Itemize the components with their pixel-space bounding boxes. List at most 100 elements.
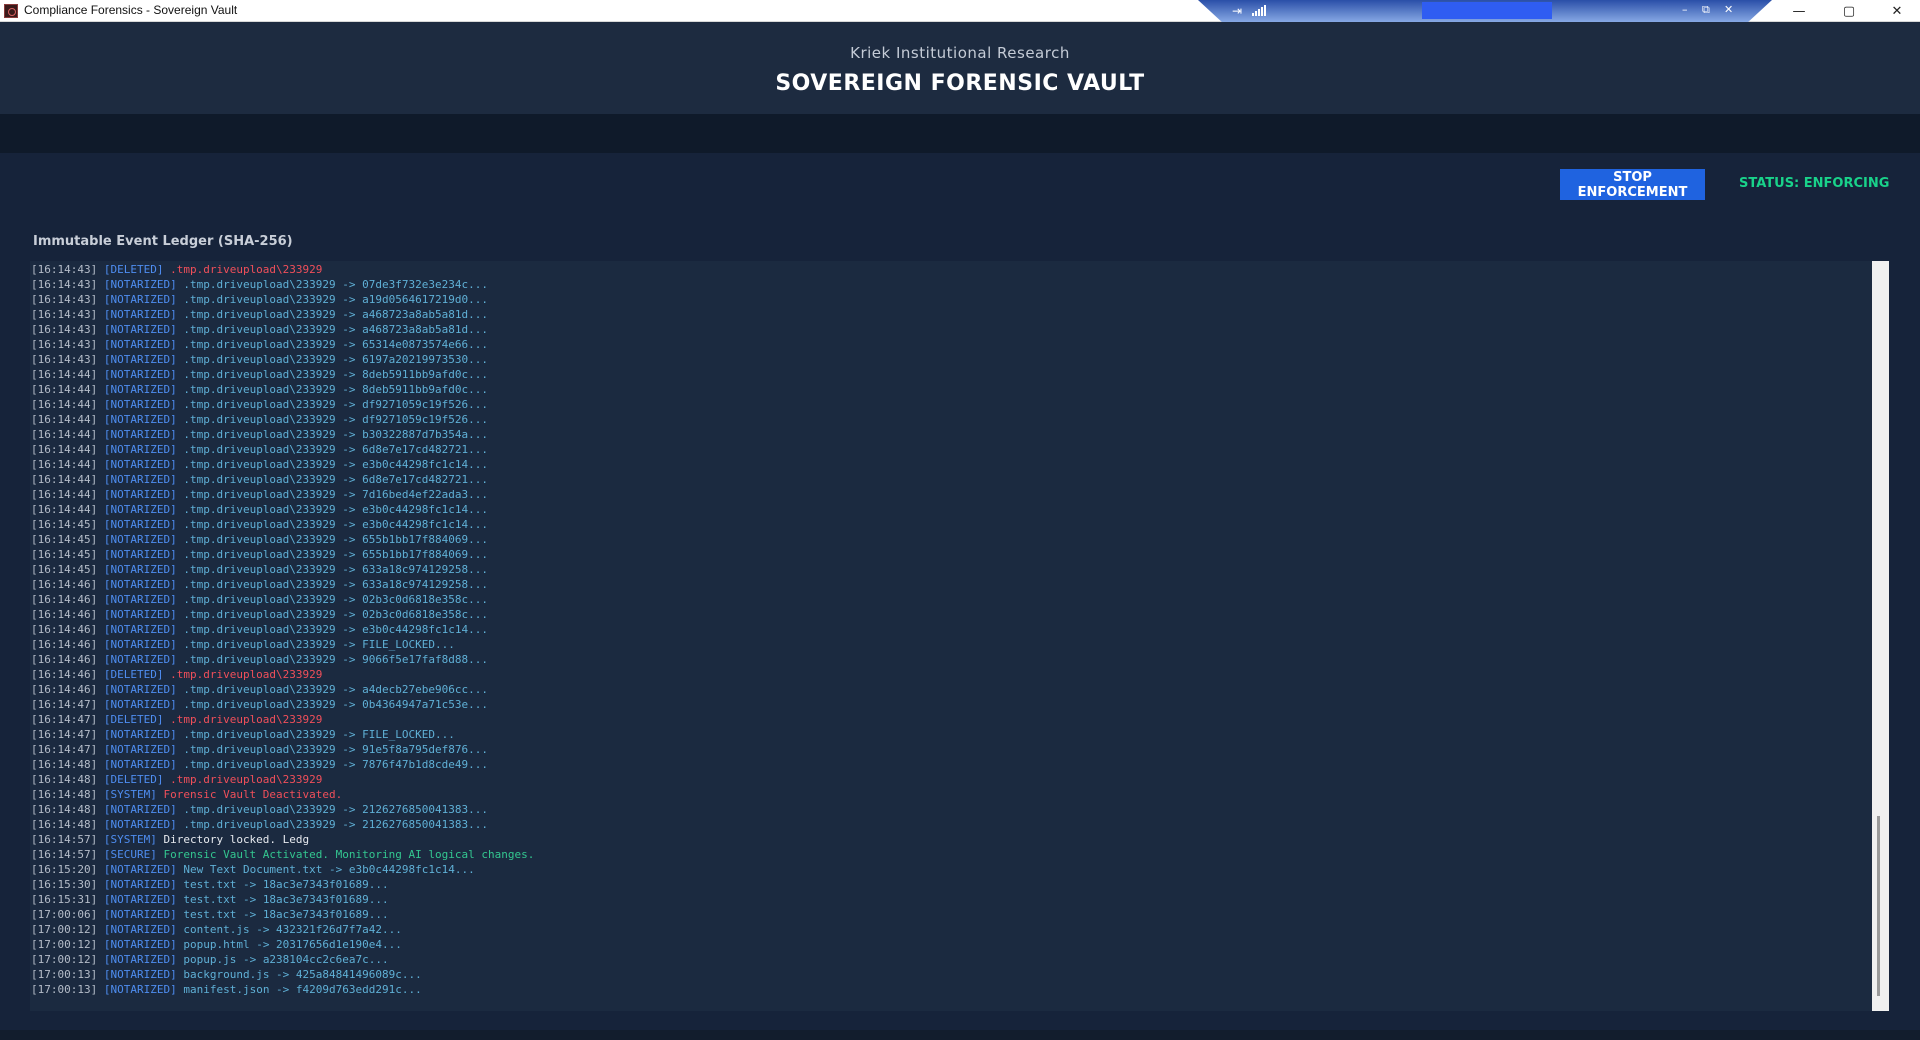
log-timestamp: [16:14:43] [31, 338, 98, 351]
log-line: [16:14:44] [NOTARIZED] .tmp.driveupload\… [31, 427, 1867, 442]
log-scroll-thumb[interactable] [1877, 816, 1880, 996]
log-tag: [NOTARIZED] [103, 383, 177, 396]
log-tag: [NOTARIZED] [103, 893, 177, 906]
log-message: .tmp.driveupload\233929 [170, 668, 323, 681]
status-label: STATUS: ENFORCING [1739, 176, 1890, 191]
log-timestamp: [16:14:44] [31, 398, 98, 411]
log-timestamp: [16:14:45] [31, 533, 98, 546]
log-tag: [NOTARIZED] [103, 863, 177, 876]
log-timestamp: [16:14:47] [31, 698, 98, 711]
log-line: [16:14:44] [NOTARIZED] .tmp.driveupload\… [31, 397, 1867, 412]
log-line: [16:14:48] [DELETED] .tmp.driveupload\23… [31, 772, 1867, 787]
log-message: .tmp.driveupload\233929 -> 8deb5911bb9af… [183, 383, 488, 396]
log-line: [16:14:47] [NOTARIZED] .tmp.driveupload\… [31, 742, 1867, 757]
log-tag: [NOTARIZED] [103, 953, 177, 966]
log-line: [17:00:13] [NOTARIZED] manifest.json -> … [31, 982, 1867, 997]
log-timestamp: [17:00:12] [31, 938, 98, 951]
log-tag: [NOTARIZED] [103, 623, 177, 636]
log-message: background.js -> 425a84841496089c... [183, 968, 422, 981]
log-tag: [NOTARIZED] [103, 923, 177, 936]
log-tag: [DELETED] [103, 713, 164, 726]
log-tag: [SYSTEM] [103, 833, 157, 846]
log-line: [16:14:44] [NOTARIZED] .tmp.driveupload\… [31, 382, 1867, 397]
log-message: .tmp.driveupload\233929 -> 0b4364947a71c… [183, 698, 488, 711]
log-timestamp: [16:14:48] [31, 773, 98, 786]
log-message: .tmp.driveupload\233929 -> a468723a8ab5a… [183, 308, 488, 321]
log-message: test.txt -> 18ac3e7343f01689... [183, 908, 389, 921]
log-tag: [NOTARIZED] [103, 518, 177, 531]
page-title: SOVEREIGN FORENSIC VAULT [775, 71, 1145, 96]
log-timestamp: [16:14:46] [31, 638, 98, 651]
log-timestamp: [16:14:47] [31, 713, 98, 726]
log-line: [16:14:57] [SECURE] Forensic Vault Activ… [31, 847, 1867, 862]
log-tag: [NOTARIZED] [103, 968, 177, 981]
log-message: New Text Document.txt -> e3b0c44298fc1c1… [183, 863, 475, 876]
log-tag: [NOTARIZED] [103, 653, 177, 666]
log-message: .tmp.driveupload\233929 [170, 263, 323, 276]
log-tag: [NOTARIZED] [103, 503, 177, 516]
log-message: .tmp.driveupload\233929 -> 2126276850041… [183, 803, 488, 816]
log-timestamp: [16:14:46] [31, 653, 98, 666]
minimize-button[interactable]: — [1776, 0, 1822, 22]
log-tag: [DELETED] [103, 263, 164, 276]
log-line: [16:14:44] [NOTARIZED] .tmp.driveupload\… [31, 367, 1867, 382]
log-message: .tmp.driveupload\233929 -> e3b0c44298fc1… [183, 518, 488, 531]
maximize-button[interactable]: ▢ [1826, 0, 1872, 22]
log-tag: [NOTARIZED] [103, 533, 177, 546]
stop-enforcement-button[interactable]: STOP ENFORCEMENT [1560, 169, 1705, 200]
log-message: Directory locked. Ledg [163, 833, 310, 846]
log-scrollbar[interactable] [1872, 261, 1889, 1011]
log-message: .tmp.driveupload\233929 -> 633a18c974129… [183, 563, 488, 576]
log-timestamp: [16:14:46] [31, 578, 98, 591]
log-line: [16:14:48] [NOTARIZED] .tmp.driveupload\… [31, 802, 1867, 817]
log-message: popup.js -> a238104cc2c6ea7c... [183, 953, 389, 966]
log-tag: [NOTARIZED] [103, 338, 177, 351]
log-message: .tmp.driveupload\233929 -> e3b0c44298fc1… [183, 623, 488, 636]
close-button[interactable]: ✕ [1874, 0, 1920, 22]
log-timestamp: [16:15:20] [31, 863, 98, 876]
log-line: [17:00:12] [NOTARIZED] popup.html -> 203… [31, 937, 1867, 952]
remote-close-button[interactable]: ✕ [1724, 3, 1733, 16]
log-message: .tmp.driveupload\233929 -> FILE_LOCKED..… [183, 728, 455, 741]
log-line: [16:14:43] [NOTARIZED] .tmp.driveupload\… [31, 337, 1867, 352]
log-message: .tmp.driveupload\233929 -> e3b0c44298fc1… [183, 503, 488, 516]
log-timestamp: [17:00:13] [31, 983, 98, 996]
pin-icon[interactable]: ⇥ [1232, 4, 1242, 18]
log-tag: [DELETED] [103, 668, 164, 681]
log-lines: [16:14:43] [DELETED] .tmp.driveupload\23… [31, 262, 1867, 997]
log-line: [16:14:45] [NOTARIZED] .tmp.driveupload\… [31, 562, 1867, 577]
log-timestamp: [16:14:57] [31, 848, 98, 861]
log-timestamp: [16:14:44] [31, 488, 98, 501]
log-line: [16:14:43] [NOTARIZED] .tmp.driveupload\… [31, 307, 1867, 322]
log-line: [16:14:57] [SYSTEM] Directory locked. Le… [31, 832, 1867, 847]
log-line: [16:14:46] [NOTARIZED] .tmp.driveupload\… [31, 577, 1867, 592]
remote-minimize-button[interactable]: – [1682, 3, 1688, 16]
log-tag: [NOTARIZED] [103, 803, 177, 816]
log-line: [17:00:13] [NOTARIZED] background.js -> … [31, 967, 1867, 982]
log-line: [16:14:46] [NOTARIZED] .tmp.driveupload\… [31, 652, 1867, 667]
log-timestamp: [16:14:43] [31, 323, 98, 336]
log-message: content.js -> 432321f26d7f7a42... [183, 923, 402, 936]
remote-restore-button[interactable]: ⧉ [1702, 3, 1710, 17]
log-message: .tmp.driveupload\233929 -> 2126276850041… [183, 818, 488, 831]
log-tag: [NOTARIZED] [103, 878, 177, 891]
event-ledger-log[interactable]: [16:14:43] [DELETED] .tmp.driveupload\23… [30, 261, 1889, 1011]
log-line: [16:14:46] [NOTARIZED] .tmp.driveupload\… [31, 682, 1867, 697]
ledger-heading: Immutable Event Ledger (SHA-256) [33, 234, 293, 249]
log-line: [16:14:48] [NOTARIZED] .tmp.driveupload\… [31, 757, 1867, 772]
log-tag: [NOTARIZED] [103, 368, 177, 381]
log-line: [16:14:44] [NOTARIZED] .tmp.driveupload\… [31, 442, 1867, 457]
log-line: [16:14:46] [NOTARIZED] .tmp.driveupload\… [31, 622, 1867, 637]
remote-session-bar[interactable]: ⇥ – ⧉ ✕ [1198, 0, 1772, 24]
log-tag: [NOTARIZED] [103, 938, 177, 951]
log-message: .tmp.driveupload\233929 -> 6197a20219973… [183, 353, 488, 366]
log-message: .tmp.driveupload\233929 -> df9271059c19f… [183, 413, 488, 426]
log-timestamp: [17:00:12] [31, 923, 98, 936]
log-tag: [NOTARIZED] [103, 593, 177, 606]
log-message: .tmp.driveupload\233929 -> df9271059c19f… [183, 398, 488, 411]
remote-host-label [1422, 2, 1552, 19]
log-tag: [NOTARIZED] [103, 683, 177, 696]
log-tag: [NOTARIZED] [103, 548, 177, 561]
log-line: [16:14:45] [NOTARIZED] .tmp.driveupload\… [31, 517, 1867, 532]
log-timestamp: [16:14:47] [31, 728, 98, 741]
